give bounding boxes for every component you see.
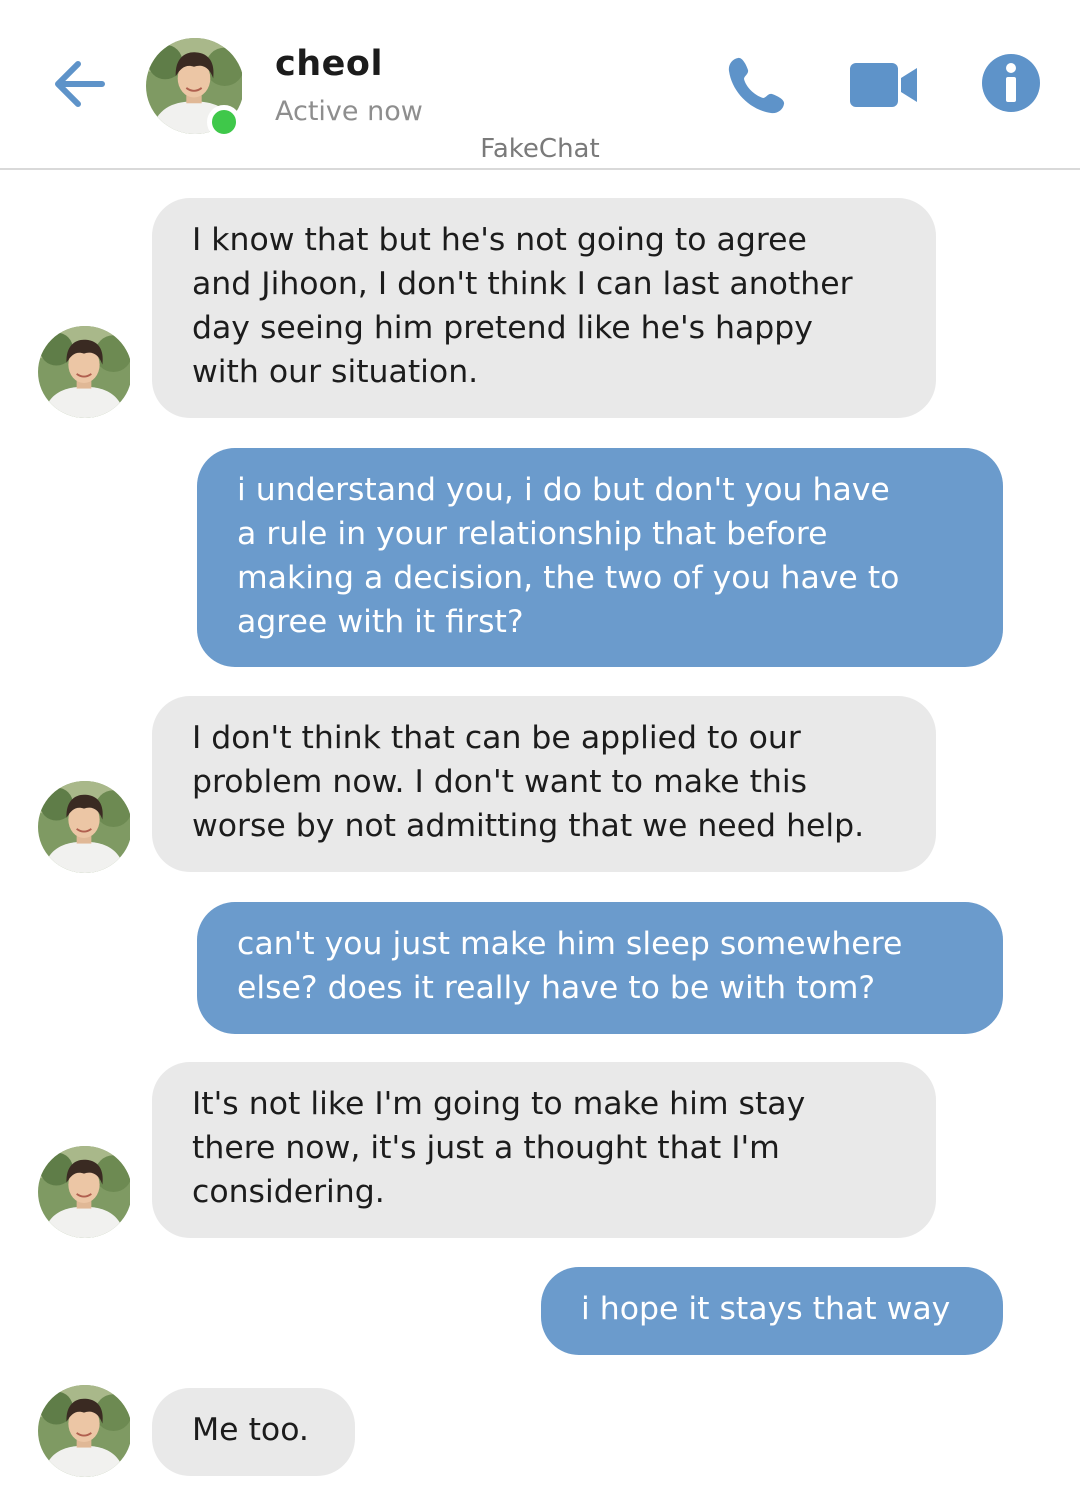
- incoming-message[interactable]: I don't think that can be applied to our…: [152, 696, 936, 872]
- video-call-button[interactable]: [848, 60, 920, 110]
- outgoing-message[interactable]: i understand you, i do but don't you hav…: [197, 448, 1003, 667]
- contact-avatar[interactable]: [38, 326, 130, 418]
- phone-icon: [728, 57, 785, 114]
- chat-header: cheol Active now FakeChat: [0, 0, 1080, 170]
- contact-status: Active now: [275, 96, 423, 127]
- info-icon: [982, 54, 1040, 112]
- contact-name[interactable]: cheol: [275, 44, 383, 84]
- info-button[interactable]: [980, 52, 1042, 114]
- video-camera-icon: [850, 63, 917, 107]
- outgoing-message[interactable]: i hope it stays that way: [541, 1267, 1003, 1355]
- contact-avatar[interactable]: [38, 781, 130, 873]
- contact-avatar[interactable]: [38, 1146, 130, 1238]
- app-name: FakeChat: [480, 134, 600, 164]
- call-button[interactable]: [724, 52, 790, 118]
- incoming-message[interactable]: Me too.: [152, 1388, 355, 1476]
- incoming-message[interactable]: I know that but he's not going to agree …: [152, 198, 936, 418]
- contact-avatar[interactable]: [38, 1385, 130, 1477]
- outgoing-message[interactable]: can't you just make him sleep somewhere …: [197, 902, 1003, 1034]
- incoming-message[interactable]: It's not like I'm going to make him stay…: [152, 1062, 936, 1238]
- back-arrow-icon: [55, 61, 105, 107]
- back-button[interactable]: [50, 52, 114, 116]
